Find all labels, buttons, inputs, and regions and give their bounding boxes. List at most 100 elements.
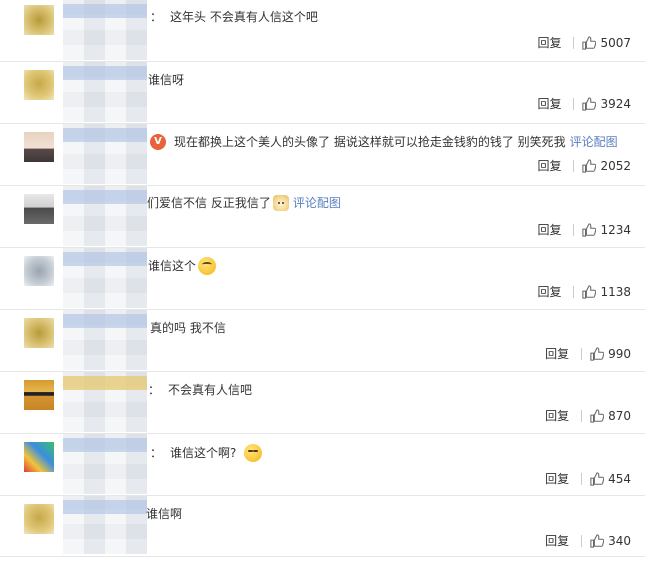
dizzy-face-emoji-icon	[198, 257, 217, 275]
thumbs-up-icon	[582, 284, 597, 299]
commenter-avatar[interactable]	[24, 442, 54, 472]
comment-text-line: 真的吗 我不信	[150, 320, 226, 336]
comment-text: 谁信这个	[148, 259, 197, 273]
reply-button[interactable]: 回复	[537, 283, 561, 300]
commenter-avatar[interactable]	[24, 256, 54, 286]
blurred-username	[63, 434, 147, 494]
like-button[interactable]: 870	[590, 409, 631, 423]
thumbs-up-icon	[582, 222, 597, 237]
action-divider	[581, 534, 583, 547]
blurred-username	[63, 372, 147, 432]
comment-text-line: ： 不会真有人信吧	[148, 382, 252, 398]
comment-text: 谁信呀	[148, 73, 185, 87]
comment-text: 现在都换上这个美人的头像了 据说这样就可以抢走金钱豹的钱了 别笑死我	[174, 135, 566, 149]
thumbs-up-icon	[590, 533, 605, 548]
commenter-avatar[interactable]	[24, 318, 54, 348]
comment-text: 谁信这个啊?	[170, 446, 237, 460]
blurred-username	[63, 0, 147, 60]
like-button[interactable]: 990	[590, 347, 631, 361]
blurred-username	[63, 310, 147, 370]
comment-actions: 回复 3924	[537, 95, 631, 112]
comment-item: 们爱信不信 反正我信了 评论配图 回复 1234	[0, 186, 653, 248]
action-divider	[581, 472, 583, 485]
commenter-avatar[interactable]	[24, 132, 54, 162]
like-button[interactable]: 3924	[582, 97, 631, 111]
like-button[interactable]: 340	[590, 534, 631, 548]
action-divider	[573, 36, 575, 49]
thumbs-up-icon	[582, 158, 597, 173]
blurred-username	[63, 186, 147, 246]
comment-actions: 回复 1234	[537, 221, 631, 238]
commenter-avatar[interactable]	[24, 504, 54, 534]
comment-text-line: 谁信啊	[146, 506, 182, 522]
comment-text-line: 谁信呀	[148, 72, 184, 88]
action-divider	[573, 159, 575, 172]
action-divider	[581, 409, 583, 422]
action-divider	[581, 347, 583, 360]
blurred-username	[63, 248, 147, 308]
reply-button[interactable]: 回复	[537, 34, 561, 51]
action-divider	[573, 223, 575, 236]
thumbs-up-icon	[582, 96, 597, 111]
reply-button[interactable]: 回复	[545, 532, 569, 549]
thumbs-up-icon	[590, 471, 605, 486]
like-button[interactable]: 2052	[582, 159, 631, 173]
comment-item: ： 这年头 不会真有人信这个吧 回复 5007	[0, 0, 653, 62]
thumbs-up-icon	[590, 408, 605, 423]
comment-item: V 现在都换上这个美人的头像了 据说这样就可以抢走金钱豹的钱了 别笑死我 评论配…	[0, 124, 653, 186]
commenter-avatar[interactable]	[24, 70, 54, 100]
comment-actions: 回复 340	[545, 532, 631, 549]
like-button[interactable]: 5007	[582, 36, 631, 50]
like-count: 1234	[600, 222, 631, 237]
comment-actions: 回复 2052	[537, 157, 631, 174]
commenter-avatar[interactable]	[24, 380, 54, 410]
comment-text: 谁信啊	[146, 507, 183, 521]
reply-button[interactable]: 回复	[545, 407, 569, 424]
like-button[interactable]: 454	[590, 472, 631, 486]
blurred-username	[63, 124, 147, 184]
comment-actions: 回复 5007	[537, 34, 631, 51]
thumbs-up-icon	[590, 346, 605, 361]
dog-face-emoji-icon	[272, 195, 289, 211]
comment-actions: 回复 870	[545, 407, 631, 424]
reply-button[interactable]: 回复	[545, 345, 569, 362]
like-button[interactable]: 1234	[582, 223, 631, 237]
comment-item: 谁信这个 回复 1138	[0, 248, 653, 310]
blurred-username	[63, 62, 147, 122]
action-divider	[573, 97, 575, 110]
comment-text-line: V 现在都换上这个美人的头像了 据说这样就可以抢走金钱豹的钱了 别笑死我 评论配…	[150, 134, 618, 150]
row-separator	[0, 556, 645, 557]
like-count: 870	[608, 408, 631, 423]
reply-button[interactable]: 回复	[537, 95, 561, 112]
like-count: 990	[608, 346, 631, 361]
comment-text: 不会真有人信吧	[168, 383, 253, 397]
comment-text-line: 谁信这个	[148, 257, 217, 275]
comment-item: 真的吗 我不信 回复 990	[0, 310, 653, 372]
commenter-avatar[interactable]	[24, 5, 54, 35]
comment-actions: 回复 990	[545, 345, 631, 362]
side-eye-emoji-icon	[244, 444, 263, 462]
comment-colon: ：	[150, 10, 163, 24]
like-button[interactable]: 1138	[582, 285, 631, 299]
comment-colon: ：	[150, 446, 163, 460]
comment-item: 谁信啊 回复 340	[0, 496, 653, 563]
like-count: 340	[608, 533, 631, 548]
like-count: 1138	[600, 284, 631, 299]
view-comment-picture-link[interactable]: 评论配图	[293, 195, 341, 211]
like-count: 2052	[600, 158, 631, 173]
comment-item: 谁信呀 回复 3924	[0, 62, 653, 124]
reply-button[interactable]: 回复	[537, 221, 561, 238]
commenter-avatar[interactable]	[24, 194, 54, 224]
thumbs-up-icon	[582, 35, 597, 50]
reply-button[interactable]: 回复	[545, 470, 569, 487]
comment-item: ： 谁信这个啊? 回复 454	[0, 434, 653, 496]
like-count: 5007	[600, 35, 631, 50]
comment-text-line: 们爱信不信 反正我信了 评论配图	[147, 195, 341, 211]
reply-button[interactable]: 回复	[537, 157, 561, 174]
comment-actions: 回复 454	[545, 470, 631, 487]
comment-colon: ：	[148, 383, 161, 397]
comment-text: 真的吗 我不信	[150, 321, 226, 335]
view-comment-picture-link[interactable]: 评论配图	[570, 134, 618, 150]
like-count: 454	[608, 471, 631, 486]
comment-text-line: ： 这年头 不会真有人信这个吧	[150, 9, 318, 25]
